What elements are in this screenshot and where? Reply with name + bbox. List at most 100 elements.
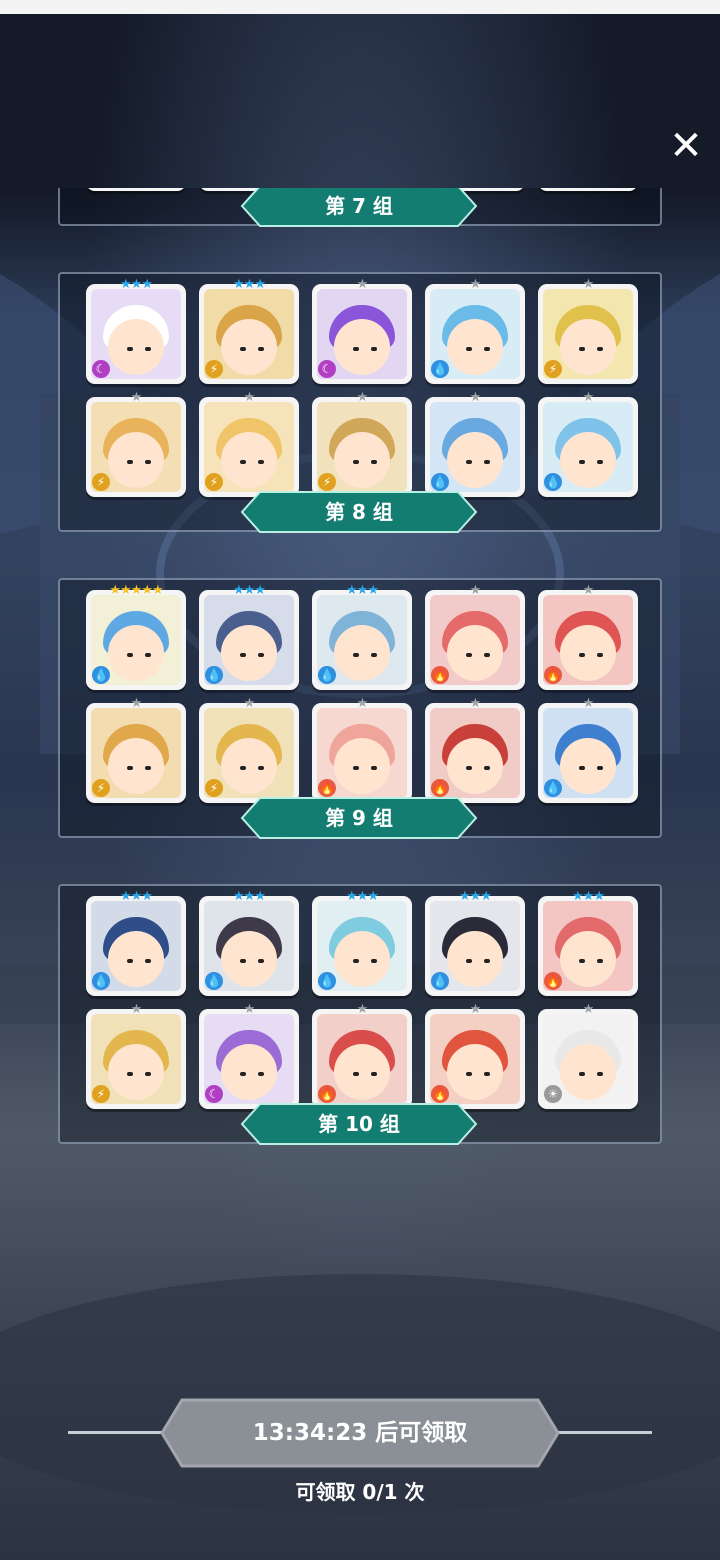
hero-face: [108, 1044, 164, 1100]
star-rating: ★★★: [199, 890, 299, 904]
water-element-icon: 💧: [318, 666, 336, 684]
hero-card[interactable]: ★★★ 🔥: [538, 890, 638, 996]
group-label-text: 第 9 组: [325, 806, 393, 830]
star-icon: ★: [367, 583, 379, 598]
hero-card[interactable]: ★🔥: [425, 1003, 525, 1109]
fire-element-icon: 🔥: [544, 972, 562, 990]
hero-card[interactable]: ★★★★★ 💧: [86, 584, 186, 690]
hero-card[interactable]: ★💧: [425, 278, 525, 384]
hero-card[interactable]: ★🔥: [538, 188, 638, 191]
hero-card[interactable]: ★★★ ☾: [86, 278, 186, 384]
hero-eye: [597, 1072, 603, 1076]
star-icon: ★: [243, 696, 256, 711]
star-icon: ★: [582, 696, 595, 711]
hero-eye: [579, 766, 585, 770]
hero-eye: [371, 766, 377, 770]
hero-eye: [597, 460, 603, 464]
star-icon: ★: [254, 583, 266, 598]
star-icon: ★: [141, 277, 153, 292]
star-rating: ★: [312, 697, 412, 711]
hero-card[interactable]: ★🔥: [312, 1003, 412, 1109]
light-element-icon: ☀: [544, 1085, 562, 1103]
hero-card[interactable]: ★🔥: [538, 584, 638, 690]
fire-element-icon: 🔥: [318, 1085, 336, 1103]
hero-card[interactable]: ★☀: [86, 188, 186, 191]
hero-face: [560, 319, 616, 375]
hero-eye: [484, 347, 490, 351]
hero-face: [447, 1044, 503, 1100]
hero-eye: [353, 1072, 359, 1076]
hero-card[interactable]: ★⚡: [86, 391, 186, 497]
star-icon: ★: [469, 1002, 482, 1017]
hero-eye: [127, 653, 133, 657]
hero-face: [108, 432, 164, 488]
star-icon: ★: [459, 889, 471, 904]
thunder-element-icon: ⚡: [92, 473, 110, 491]
hero-card[interactable]: ★★★ 💧: [425, 890, 525, 996]
team-list[interactable]: ★★★🔥★★★⚡★☾★☾★⚡★☀★🔥★💧★⚡★🔥第 7 组★★★☾★★★⚡★☾★…: [0, 188, 720, 1380]
thunder-element-icon: ⚡: [318, 473, 336, 491]
hero-eye: [371, 959, 377, 963]
group-label: 第 8 组: [240, 490, 478, 534]
hero-card[interactable]: ★★★ 💧: [312, 890, 412, 996]
star-rating: ★★★: [86, 890, 186, 904]
group-label: 第 10 组: [240, 1102, 478, 1146]
hero-face: [560, 432, 616, 488]
fire-element-icon: 🔥: [431, 779, 449, 797]
hero-card[interactable]: ★💧: [538, 697, 638, 803]
hero-eye: [484, 766, 490, 770]
hero-eye: [466, 653, 472, 657]
hero-card[interactable]: ★🔥: [312, 697, 412, 803]
hero-card[interactable]: ★★★ 💧: [86, 890, 186, 996]
hero-card[interactable]: ★⚡: [199, 697, 299, 803]
star-rating: ★: [86, 697, 186, 711]
hero-card[interactable]: ★⚡: [86, 1003, 186, 1109]
star-icon: ★: [243, 583, 256, 598]
fire-element-icon: 🔥: [431, 1085, 449, 1103]
fire-element-icon: 🔥: [431, 666, 449, 684]
hero-card[interactable]: ★⚡: [86, 697, 186, 803]
hero-eye: [145, 1072, 151, 1076]
hero-eye: [240, 460, 246, 464]
hero-card[interactable]: ★ ☾: [312, 278, 412, 384]
star-icon: ★: [469, 889, 482, 904]
star-icon: ★: [582, 277, 595, 292]
hero-card[interactable]: ★★★ 💧: [199, 890, 299, 996]
close-icon[interactable]: ✕: [664, 124, 708, 168]
group-label-text: 第 8 组: [325, 500, 393, 524]
star-icon: ★: [469, 583, 482, 598]
hero-card[interactable]: ★★★ 💧: [312, 584, 412, 690]
hero-eye: [127, 347, 133, 351]
hero-eye: [371, 347, 377, 351]
hero-card[interactable]: ★☀: [538, 1003, 638, 1109]
hero-eye: [145, 653, 151, 657]
hero-eye: [258, 653, 264, 657]
hero-face: [108, 625, 164, 681]
hero-eye: [484, 653, 490, 657]
hero-eye: [579, 460, 585, 464]
claim-divider-left: [68, 1431, 168, 1434]
hero-card[interactable]: ★🔥: [425, 584, 525, 690]
hero-card[interactable]: ★★★ 💧: [199, 584, 299, 690]
hero-eye: [353, 766, 359, 770]
star-icon: ★: [109, 583, 121, 598]
hero-card[interactable]: ★💧: [538, 391, 638, 497]
star-rating: ★: [425, 697, 525, 711]
star-icon: ★: [356, 889, 369, 904]
star-icon: ★: [130, 1002, 143, 1017]
hero-card[interactable]: ★⚡: [312, 391, 412, 497]
hero-card[interactable]: ★⚡: [199, 391, 299, 497]
hero-card[interactable]: ★⚡: [538, 278, 638, 384]
hero-card[interactable]: ★🔥: [425, 697, 525, 803]
water-element-icon: 💧: [92, 666, 110, 684]
hero-face: [221, 738, 277, 794]
hero-card[interactable]: ★ ☾: [199, 1003, 299, 1109]
group-label-text: 第 10 组: [318, 1112, 400, 1136]
hero-eye: [240, 347, 246, 351]
dark-element-icon: ☾: [92, 360, 110, 378]
hero-eye: [145, 766, 151, 770]
hero-card[interactable]: ★💧: [425, 391, 525, 497]
hero-card[interactable]: ★★★ ⚡: [199, 278, 299, 384]
claim-button[interactable]: 13:34:23 后可领取: [160, 1398, 560, 1468]
thunder-element-icon: ⚡: [92, 1085, 110, 1103]
